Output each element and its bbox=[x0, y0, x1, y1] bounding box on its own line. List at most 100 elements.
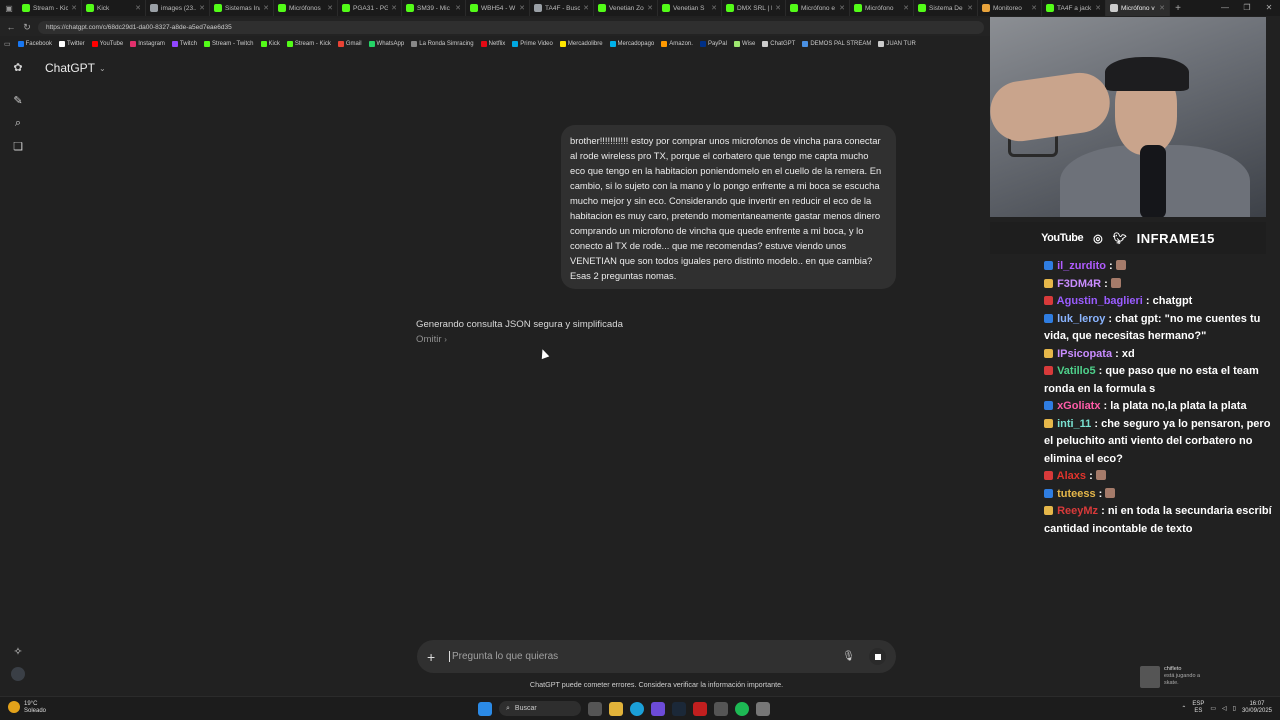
url-field[interactable]: https://chatgpt.com/c/68dc29d1-da00-8327… bbox=[38, 20, 984, 34]
reload-icon[interactable]: ↻ bbox=[22, 22, 32, 33]
tab-close-icon[interactable]: ✕ bbox=[263, 4, 269, 12]
chat-username[interactable]: ReeyMz bbox=[1057, 505, 1098, 517]
chat-username[interactable]: luk_leroy bbox=[1057, 313, 1105, 325]
attach-plus-icon[interactable]: + bbox=[427, 649, 441, 665]
avatar[interactable] bbox=[11, 667, 25, 681]
browser-tab[interactable]: TA4F a jack ✕ bbox=[1042, 0, 1106, 16]
bookmark-item[interactable]: JUAN TUR bbox=[878, 41, 916, 47]
tab-menu-icon[interactable]: ▣ bbox=[0, 4, 18, 13]
tab-close-icon[interactable]: ✕ bbox=[519, 4, 525, 12]
volume-icon[interactable]: ◁ bbox=[1222, 705, 1227, 712]
bookmark-item[interactable]: Gmail bbox=[337, 41, 362, 47]
bookmark-item[interactable]: Stream - Twitch bbox=[203, 41, 254, 47]
bookmark-item[interactable]: Stream - Kick bbox=[286, 41, 331, 47]
tab-close-icon[interactable]: ✕ bbox=[839, 4, 845, 12]
network-icon[interactable]: ▭ bbox=[1210, 705, 1216, 712]
browser-tab[interactable]: Kick ✕ bbox=[82, 0, 146, 16]
bookmark-item[interactable]: Instagram bbox=[130, 41, 165, 47]
browser-tab[interactable]: Stream - Kic ✕ bbox=[18, 0, 82, 16]
bookmark-item[interactable]: Prime Video bbox=[512, 41, 553, 47]
new-tab-button[interactable]: + bbox=[1170, 3, 1186, 14]
bookmark-item[interactable]: YouTube bbox=[91, 41, 123, 47]
browser-tab[interactable]: Micrófonos ✕ bbox=[274, 0, 338, 16]
upgrade-icon[interactable]: ✧ bbox=[11, 644, 25, 658]
search-chats-icon[interactable]: ⌕ bbox=[11, 116, 25, 130]
bookmark-item[interactable]: Facebook bbox=[17, 41, 52, 47]
language-indicator[interactable]: ESP ES bbox=[1192, 701, 1204, 715]
tab-close-icon[interactable]: ✕ bbox=[1095, 4, 1101, 12]
chat-username[interactable]: xGoliatx bbox=[1057, 400, 1100, 412]
browser-tab[interactable]: WBH54 - W ✕ bbox=[466, 0, 530, 16]
stop-generating-button[interactable] bbox=[869, 648, 886, 665]
tab-close-icon[interactable]: ✕ bbox=[455, 4, 461, 12]
browser-tab[interactable]: Venetian Zo ✕ bbox=[594, 0, 658, 16]
browser-tab[interactable]: images (23... ✕ bbox=[146, 0, 210, 16]
tab-close-icon[interactable]: ✕ bbox=[1031, 4, 1037, 12]
chat-username[interactable]: Vatillo5 bbox=[1057, 365, 1096, 377]
browser-tab[interactable]: Venetian S ✕ bbox=[658, 0, 722, 16]
app-icon[interactable] bbox=[714, 701, 728, 716]
battery-icon[interactable]: ▯ bbox=[1233, 705, 1236, 712]
tab-close-icon[interactable]: ✕ bbox=[327, 4, 333, 12]
browser-tab[interactable]: Micrófono ✕ bbox=[850, 0, 914, 16]
bookmark-item[interactable]: La Ronda Simracing bbox=[411, 41, 474, 47]
tab-close-icon[interactable]: ✕ bbox=[647, 4, 653, 12]
close-window-icon[interactable]: ✕ bbox=[1258, 0, 1280, 16]
bookmark-item[interactable]: Wise bbox=[733, 41, 755, 47]
browser-tab[interactable]: TA4F - Busc ✕ bbox=[530, 0, 594, 16]
app-icon-2[interactable] bbox=[756, 701, 770, 716]
maximize-icon[interactable]: ❐ bbox=[1236, 0, 1258, 16]
spotify-icon[interactable] bbox=[735, 701, 749, 716]
tab-close-icon[interactable]: ✕ bbox=[903, 4, 909, 12]
chat-username[interactable]: Agustin_baglieri bbox=[1057, 295, 1143, 307]
bookmark-item[interactable]: PayPal bbox=[699, 41, 727, 47]
browser-tab[interactable]: Micrófono e ✕ bbox=[786, 0, 850, 16]
steam-icon[interactable] bbox=[672, 701, 686, 716]
browser-tab[interactable]: Sistema De ✕ bbox=[914, 0, 978, 16]
bookmark-item[interactable]: ChatGPT bbox=[762, 41, 795, 47]
tab-close-icon[interactable]: ✕ bbox=[711, 4, 717, 12]
discord-icon[interactable] bbox=[651, 701, 665, 716]
bookmark-item[interactable]: WhatsApp bbox=[368, 41, 404, 47]
chat-username[interactable]: F3DM4R bbox=[1057, 278, 1101, 290]
apps-icon[interactable]: ▭ bbox=[4, 40, 11, 48]
chevron-up-icon[interactable]: ⌃ bbox=[1181, 705, 1186, 712]
tab-close-icon[interactable]: ✕ bbox=[583, 4, 589, 12]
skip-button[interactable]: Omitir › bbox=[416, 334, 447, 345]
openai-logo-icon[interactable]: ✿ bbox=[11, 60, 25, 74]
browser-tab[interactable]: Sistemas Ina ✕ bbox=[210, 0, 274, 16]
tab-close-icon[interactable]: ✕ bbox=[135, 4, 141, 12]
task-view-icon[interactable] bbox=[588, 701, 602, 716]
browser-tab[interactable]: SM39 - Mic ✕ bbox=[402, 0, 466, 16]
browser-tab[interactable]: Monitoreo ✕ bbox=[978, 0, 1042, 16]
prompt-input[interactable] bbox=[449, 651, 843, 662]
taskbar-search[interactable]: ⌕ Buscar bbox=[499, 701, 581, 716]
microphone-icon[interactable]: 🎙︎ bbox=[842, 651, 855, 662]
bookmark-item[interactable]: Twitch bbox=[171, 41, 197, 47]
start-windows-icon[interactable] bbox=[478, 701, 492, 716]
bookmark-item[interactable]: Mercadolibre bbox=[559, 41, 603, 47]
bookmark-item[interactable]: Mercadopago bbox=[609, 41, 654, 47]
bookmark-item[interactable]: Twitter bbox=[58, 41, 85, 47]
chat-username[interactable]: Alaxs bbox=[1057, 470, 1086, 482]
minimize-icon[interactable]: — bbox=[1214, 0, 1236, 16]
weather-widget[interactable]: 19°C Soleado bbox=[8, 701, 46, 715]
obs-icon[interactable] bbox=[693, 701, 707, 716]
edge-icon[interactable] bbox=[630, 701, 644, 716]
tab-close-icon[interactable]: ✕ bbox=[1159, 4, 1165, 12]
tab-close-icon[interactable]: ✕ bbox=[71, 4, 77, 12]
bookmark-item[interactable]: Netflix bbox=[480, 41, 505, 47]
tab-close-icon[interactable]: ✕ bbox=[775, 4, 781, 12]
chat-username[interactable]: inti_11 bbox=[1057, 418, 1091, 430]
bookmark-item[interactable]: Amazon. bbox=[661, 41, 693, 47]
tab-close-icon[interactable]: ✕ bbox=[391, 4, 397, 12]
library-icon[interactable]: ❏ bbox=[11, 139, 25, 153]
browser-tab[interactable]: DMX SRL | F ✕ bbox=[722, 0, 786, 16]
file-explorer-icon[interactable] bbox=[609, 701, 623, 716]
tab-close-icon[interactable]: ✕ bbox=[967, 4, 973, 12]
chat-username[interactable]: tuteess bbox=[1057, 488, 1096, 500]
bookmark-item[interactable]: Kick bbox=[260, 41, 280, 47]
model-selector[interactable]: ChatGPT ⌄ bbox=[45, 61, 106, 75]
clock[interactable]: 16:07 30/09/2025 bbox=[1242, 701, 1272, 715]
tab-close-icon[interactable]: ✕ bbox=[199, 4, 205, 12]
